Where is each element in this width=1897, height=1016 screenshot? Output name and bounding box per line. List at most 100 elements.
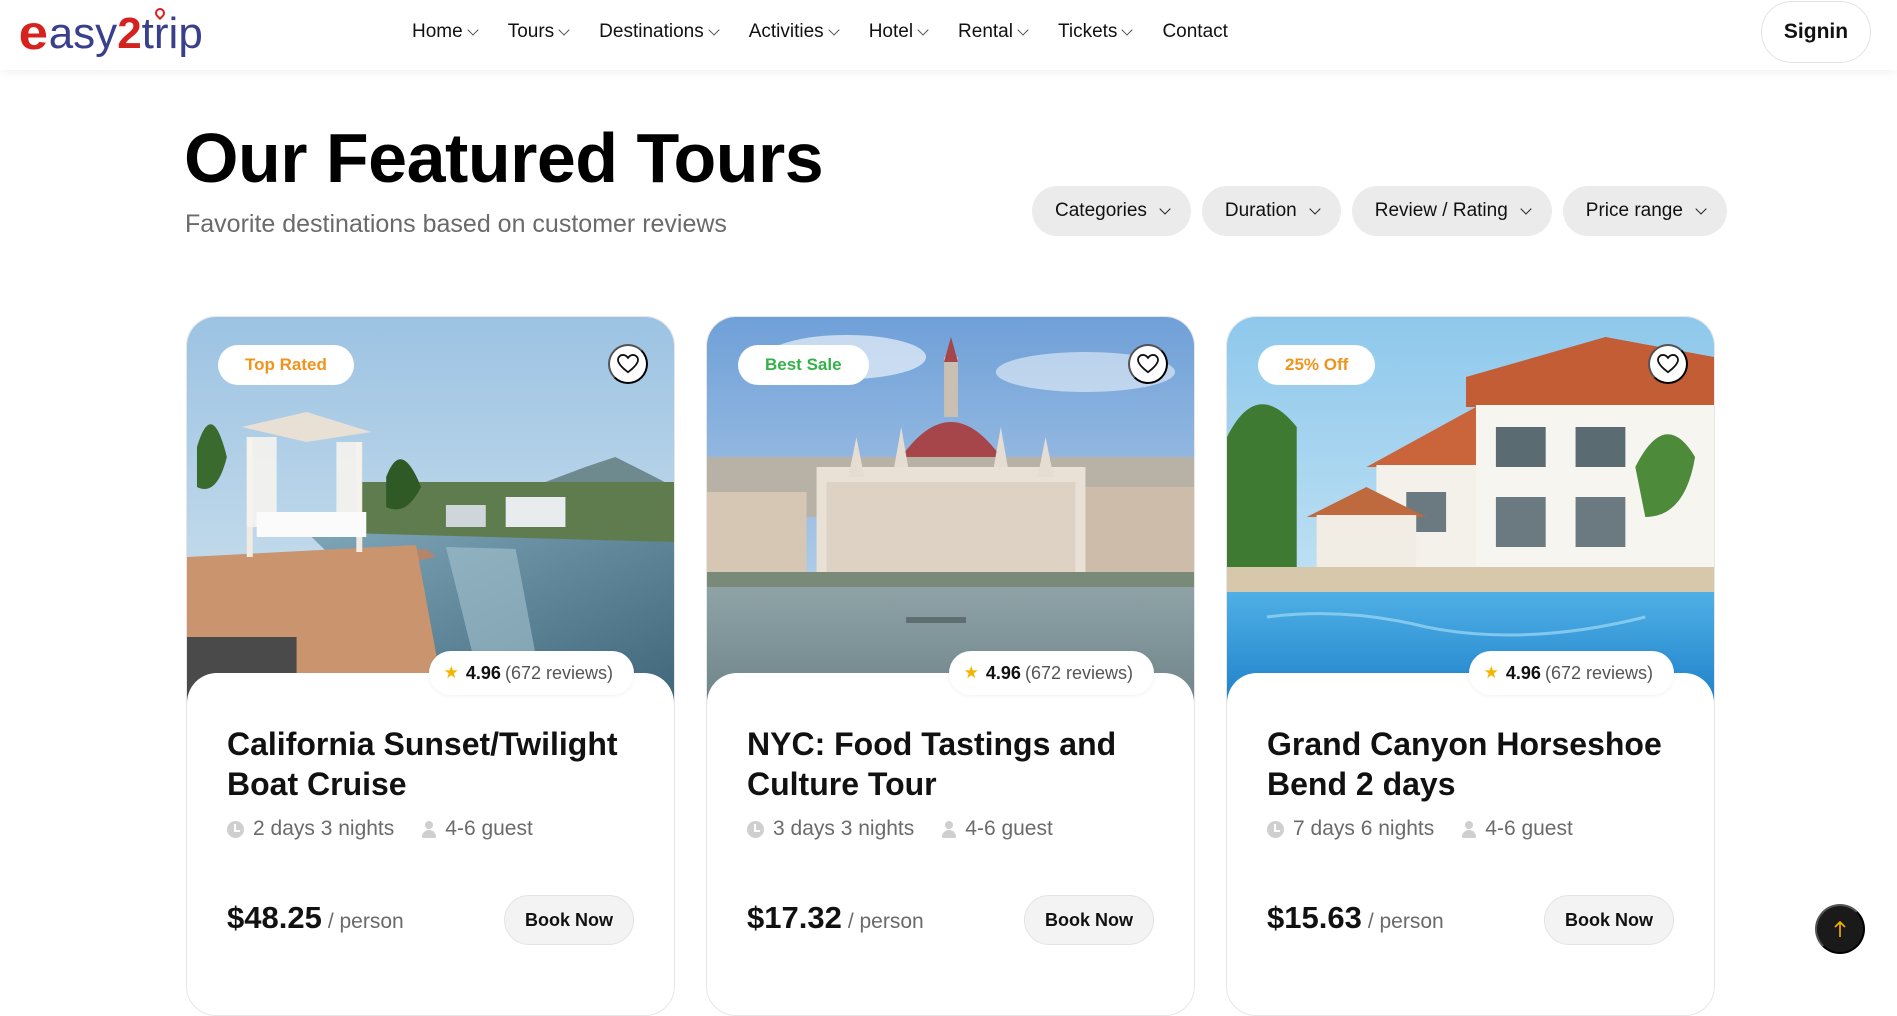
nav-destinations[interactable]: Destinations bbox=[599, 21, 720, 43]
section-subtitle: Favorite destinations based on customer … bbox=[185, 210, 727, 238]
signin-button[interactable]: Signin bbox=[1761, 1, 1871, 63]
nav-home[interactable]: Home bbox=[412, 21, 479, 43]
nav-tickets[interactable]: Tickets bbox=[1057, 21, 1134, 43]
star-icon: ★ bbox=[1483, 663, 1499, 682]
clock-icon bbox=[1267, 820, 1284, 838]
nav-tours[interactable]: Tours bbox=[507, 21, 570, 43]
heart-icon bbox=[1657, 354, 1679, 374]
star-icon: ★ bbox=[963, 663, 979, 682]
site-header: e asy 2 trip Home Tours Destinations Activi… bbox=[0, 0, 1897, 70]
nav-rental[interactable]: Rental bbox=[958, 21, 1029, 43]
filter-bar: Categories Duration Review / Rating Pric… bbox=[1032, 186, 1727, 236]
user-icon bbox=[422, 820, 437, 838]
rating-score: 4.96 bbox=[985, 662, 1021, 683]
logo-text-trip-label: trip bbox=[141, 9, 203, 58]
nav-activities-label: Activities bbox=[748, 21, 824, 42]
nav-tickets-label: Tickets bbox=[1057, 21, 1118, 42]
nav-destinations-label: Destinations bbox=[599, 21, 704, 42]
tour-meta: 2 days 3 nights 4-6 guest bbox=[227, 817, 533, 841]
tour-guests: 4-6 guest bbox=[445, 817, 533, 840]
filter-duration[interactable]: Duration bbox=[1201, 186, 1341, 236]
tour-title[interactable]: Grand Canyon Horseshoe Bend 2 days bbox=[1267, 724, 1687, 804]
favorite-button[interactable] bbox=[608, 344, 648, 384]
tour-title[interactable]: California Sunset/Twilight Boat Cruise bbox=[227, 724, 647, 804]
rating-pill: ★ 4.96 (672 reviews) bbox=[428, 651, 634, 695]
arrow-up-icon bbox=[1834, 920, 1846, 937]
tour-price: $15.63 bbox=[1267, 900, 1362, 935]
price-unit: / person bbox=[327, 910, 404, 933]
card-badge: Best Sale bbox=[738, 345, 869, 385]
user-icon bbox=[1462, 820, 1477, 838]
section-title: Our Featured Tours bbox=[184, 119, 824, 197]
card-badge: Top Rated bbox=[218, 345, 354, 385]
favorite-button[interactable] bbox=[1648, 344, 1688, 384]
nav-tours-label: Tours bbox=[507, 21, 555, 42]
heart-icon bbox=[1137, 354, 1159, 374]
chevron-down-icon bbox=[1121, 24, 1134, 36]
brand-logo[interactable]: e asy 2 trip bbox=[18, 5, 203, 62]
filter-price-range-label: Price range bbox=[1585, 200, 1683, 221]
logo-text-trip: trip bbox=[141, 5, 203, 58]
price-block: $15.63/ person bbox=[1267, 900, 1444, 936]
rating-score: 4.96 bbox=[465, 662, 501, 683]
rating-count: (672 reviews) bbox=[1544, 662, 1653, 683]
price-block: $17.32/ person bbox=[747, 900, 924, 936]
price-unit: / person bbox=[847, 910, 924, 933]
nav-contact[interactable]: Contact bbox=[1162, 21, 1227, 43]
rating-pill: ★ 4.96 (672 reviews) bbox=[948, 651, 1154, 695]
filter-price-range[interactable]: Price range bbox=[1562, 186, 1727, 236]
filter-review-rating-label: Review / Rating bbox=[1374, 200, 1508, 221]
tour-duration: 7 days 6 nights bbox=[1293, 817, 1435, 840]
logo-text-two: 2 bbox=[117, 9, 142, 58]
tour-price: $48.25 bbox=[227, 900, 322, 935]
chevron-down-icon bbox=[1309, 203, 1321, 215]
nav-rental-label: Rental bbox=[958, 21, 1013, 42]
book-now-button[interactable]: Book Now bbox=[1024, 895, 1154, 945]
nav-activities[interactable]: Activities bbox=[748, 21, 840, 43]
chevron-down-icon bbox=[708, 24, 720, 36]
filter-duration-label: Duration bbox=[1224, 200, 1297, 221]
tour-guests: 4-6 guest bbox=[965, 817, 1053, 840]
price-block: $48.25/ person bbox=[227, 900, 404, 936]
chevron-down-icon bbox=[1017, 24, 1029, 36]
rating-count: (672 reviews) bbox=[504, 662, 613, 683]
chevron-down-icon bbox=[467, 24, 479, 36]
rating-score: 4.96 bbox=[1505, 662, 1541, 683]
nav-home-label: Home bbox=[412, 21, 463, 42]
heart-icon bbox=[617, 354, 639, 374]
price-unit: / person bbox=[1367, 910, 1444, 933]
filter-categories[interactable]: Categories bbox=[1032, 186, 1191, 236]
tour-card[interactable]: 25% Off ★ 4.96 (672 reviews) Grand Canyo… bbox=[1226, 316, 1715, 1016]
filter-categories-label: Categories bbox=[1055, 200, 1147, 221]
clock-icon bbox=[747, 820, 764, 838]
tour-meta: 7 days 6 nights 4-6 guest bbox=[1267, 817, 1573, 841]
chevron-down-icon bbox=[558, 24, 570, 36]
chevron-down-icon bbox=[917, 24, 929, 36]
logo-letter-e: e bbox=[18, 7, 49, 60]
book-now-button[interactable]: Book Now bbox=[504, 895, 634, 945]
tour-duration: 3 days 3 nights bbox=[773, 817, 915, 840]
chevron-down-icon bbox=[1520, 203, 1532, 215]
tour-card[interactable]: Top Rated ★ 4.96 (672 reviews) Californi… bbox=[186, 316, 675, 1016]
favorite-button[interactable] bbox=[1128, 344, 1168, 384]
tour-card[interactable]: Best Sale ★ 4.96 (672 reviews) NYC: Food… bbox=[706, 316, 1195, 1016]
filter-review-rating[interactable]: Review / Rating bbox=[1351, 186, 1552, 236]
clock-icon bbox=[227, 820, 244, 838]
tour-duration: 2 days 3 nights bbox=[253, 817, 395, 840]
card-badge: 25% Off bbox=[1258, 345, 1376, 385]
star-icon: ★ bbox=[443, 663, 459, 682]
user-icon bbox=[942, 820, 957, 838]
tour-price: $17.32 bbox=[747, 900, 842, 935]
nav-hotel-label: Hotel bbox=[868, 21, 914, 42]
chevron-down-icon bbox=[1159, 203, 1171, 215]
back-to-top-button[interactable] bbox=[1815, 904, 1865, 954]
chevron-down-icon bbox=[1695, 203, 1707, 215]
book-now-button[interactable]: Book Now bbox=[1544, 895, 1674, 945]
logo-text-asy: asy bbox=[48, 9, 118, 58]
main-nav: Home Tours Destinations Activities Hotel… bbox=[412, 0, 1259, 64]
rating-count: (672 reviews) bbox=[1024, 662, 1133, 683]
nav-hotel[interactable]: Hotel bbox=[868, 21, 929, 43]
tour-guests: 4-6 guest bbox=[1485, 817, 1573, 840]
tour-meta: 3 days 3 nights 4-6 guest bbox=[747, 817, 1053, 841]
tour-title[interactable]: NYC: Food Tastings and Culture Tour bbox=[747, 724, 1167, 804]
